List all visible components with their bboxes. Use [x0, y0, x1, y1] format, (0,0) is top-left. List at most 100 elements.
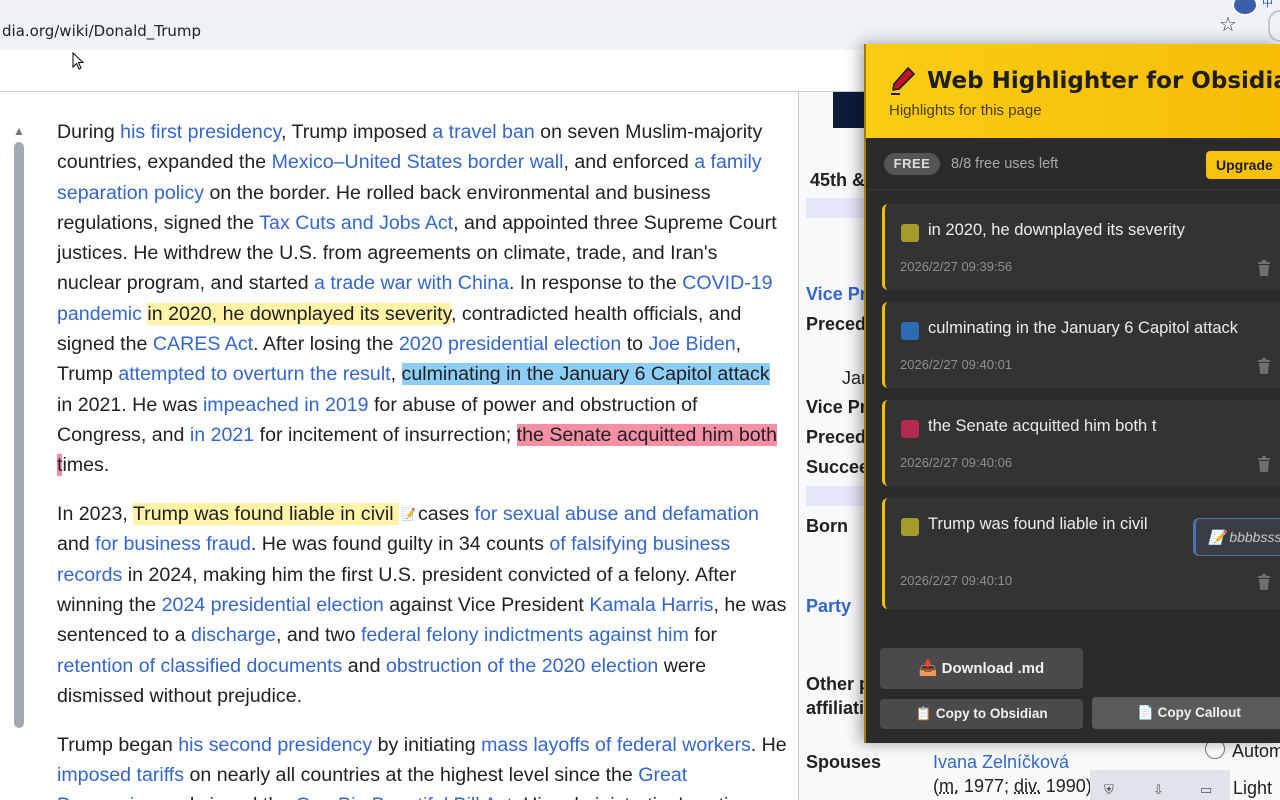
upgrade-button[interactable]: Upgrade [1206, 151, 1280, 179]
highlight-timestamp: 2026/2/27 09:39:56 [900, 259, 1013, 274]
address-bar[interactable]: dia.org/wiki/Donald_Trump [0, 6, 1280, 46]
article-link[interactable]: attempted to overturn the result [118, 363, 390, 385]
url-text[interactable]: dia.org/wiki/Donald_Trump [2, 22, 201, 40]
note-icon[interactable]: 📝 [401, 499, 416, 529]
infobox-spouses-label: Spouses [806, 752, 882, 772]
highlight-text: culminating in the January 6 Capitol att… [928, 319, 1239, 337]
divorced-abbr: div. [1014, 776, 1041, 796]
article-link[interactable]: for business fraud [95, 533, 251, 555]
article-text: Trump began [57, 733, 179, 756]
scrollbar-thumb[interactable] [14, 142, 24, 728]
download-icon: 📥 [918, 660, 942, 677]
shield-icon[interactable]: ⛨ [1104, 782, 1120, 798]
married-abbr: m. [939, 776, 959, 796]
infobox-spouse-link[interactable]: Ivana Zelníčková [933, 752, 1069, 773]
highlight-card[interactable]: Trump was found liable in civil 2026/2/27… [882, 498, 1280, 609]
article-link[interactable]: Mexico–United States border wall [272, 151, 564, 173]
scroll-up-arrow-icon[interactable]: ▲ [13, 124, 25, 138]
highlighted-text[interactable]: culminating in the January 6 Capitol att… [401, 363, 770, 386]
article-text: and [342, 654, 386, 677]
article-paragraph: Trump began his second presidency by ini… [57, 730, 787, 800]
article-text: on nearly all countries at the highest l… [184, 764, 639, 787]
trash-icon[interactable] [1257, 260, 1271, 276]
download-tray-icon[interactable]: ⇩ [1153, 782, 1169, 798]
divorced-year: 1990) [1040, 776, 1092, 796]
article-text: to [621, 333, 649, 356]
article-text: , Trump imposed [280, 121, 433, 143]
copy-callout-button[interactable]: 📄 Copy Callout [1092, 697, 1280, 729]
free-uses-count: 8/8 free uses left [951, 156, 1059, 172]
article-text: by initiating [372, 733, 482, 756]
highlight-timestamp: 2026/2/27 09:40:10 [900, 573, 1013, 588]
profile-icon[interactable] [1268, 10, 1280, 42]
highlighted-text[interactable]: Trump was found liable in civil [132, 503, 399, 526]
article-link[interactable]: retention of classified documents [57, 655, 342, 677]
highlight-timestamp: 2026/2/27 09:40:06 [900, 455, 1013, 470]
infobox-party-label[interactable]: Party [806, 596, 851, 617]
article-body: During his first presidency, Trump impos… [57, 117, 787, 800]
article-link[interactable]: impeached in 2019 [203, 394, 369, 416]
article-link[interactable]: Tax Cuts and Jobs Act [259, 212, 453, 234]
article-text: . His administration's actions— [512, 794, 779, 800]
infobox-other-party-label: Other p [806, 674, 871, 694]
color-swatch[interactable] [901, 518, 919, 536]
infobox-band [806, 198, 866, 218]
highlighter-panel: Web Highlighter for Obsidian Highlights … [864, 44, 1280, 743]
infobox-born-label: Born [806, 516, 848, 536]
article-link[interactable]: imposed tariffs [57, 764, 184, 786]
trash-icon[interactable] [1257, 456, 1271, 472]
article-link[interactable]: 2020 presidential election [399, 333, 621, 355]
article-text: , [390, 363, 402, 386]
download-md-button[interactable]: 📥 Download .md [880, 648, 1083, 689]
panel-header: Web Highlighter for Obsidian Highlights … [866, 44, 1280, 138]
article-link[interactable]: for sexual abuse and defamation [475, 503, 759, 525]
highlight-card[interactable]: culminating in the January 6 Capitol att… [882, 302, 1280, 388]
copy-callout-label: Copy Callout [1157, 705, 1241, 720]
article-text: against Vice President [383, 594, 590, 617]
highlight-card[interactable]: the Senate acquitted him both t 2026/2/27… [882, 400, 1280, 486]
article-link[interactable]: a travel ban [432, 121, 534, 143]
highlighted-text[interactable]: in 2020, he downplayed its severity [147, 302, 451, 325]
article-text: for incitement of insurrection; [254, 423, 517, 446]
trash-icon[interactable] [1257, 358, 1271, 374]
article-link[interactable]: a trade war with China [314, 272, 509, 294]
article-link[interactable]: 2024 presidential election [162, 594, 384, 616]
article-text: . In response to the [509, 272, 683, 295]
highlight-text: the Senate acquitted him both t [928, 417, 1157, 435]
copy-to-obsidian-button[interactable]: 📋 Copy to Obsidian [880, 699, 1083, 729]
trash-icon[interactable] [1257, 574, 1271, 590]
color-swatch[interactable] [901, 322, 919, 340]
highlight-timestamp: 2026/2/27 09:40:01 [900, 357, 1013, 372]
highlight-text: Trump was found liable in civil [928, 515, 1148, 533]
article-link[interactable]: in 2021 [190, 424, 254, 446]
article-text: . He was found guilty in 34 counts [250, 533, 550, 556]
panel-title: Web Highlighter for Obsidian [927, 68, 1280, 94]
article-text: , and enforced [563, 151, 695, 174]
article-text: in 2021. He was [57, 393, 203, 416]
article-link[interactable]: Joe Biden [648, 333, 735, 355]
article-link[interactable]: discharge [191, 624, 276, 646]
article-link[interactable]: federal felony indictments against him [361, 624, 689, 646]
highlight-card[interactable]: in 2020, he downplayed its severity 2026/… [882, 204, 1280, 290]
article-link[interactable]: mass layoffs of federal workers [481, 734, 751, 756]
translate-icon[interactable]: 中 [1262, 0, 1280, 9]
article-text: and [57, 533, 96, 556]
article-link[interactable]: his second presidency [178, 734, 372, 756]
article-link[interactable]: One Big Beautiful Bill Act [296, 794, 513, 800]
article-link[interactable]: CARES Act [153, 333, 253, 355]
article-link[interactable]: Kamala Harris [589, 594, 713, 616]
theme-radio-label: Autom [1232, 741, 1280, 761]
article-text: . After losing the [253, 333, 400, 356]
infobox-spouse-dates: (m. 1977; div. 1990) [933, 776, 1092, 797]
article-text: imes. [62, 454, 110, 477]
color-swatch[interactable] [901, 420, 919, 438]
article-link[interactable]: his first presidency [120, 121, 281, 143]
free-plan-badge: FREE [884, 153, 940, 175]
color-swatch[interactable] [901, 224, 919, 242]
infobox-office-title: 45th & [810, 170, 866, 190]
monitor-icon[interactable]: ▭ [1200, 782, 1216, 798]
bookmark-star-icon[interactable]: ☆ [1219, 12, 1237, 37]
theme-light-label: Light [1233, 778, 1273, 798]
note-chip[interactable]: 📝 bbbbsss [1193, 518, 1280, 556]
article-link[interactable]: obstruction of the 2020 election [386, 655, 658, 677]
